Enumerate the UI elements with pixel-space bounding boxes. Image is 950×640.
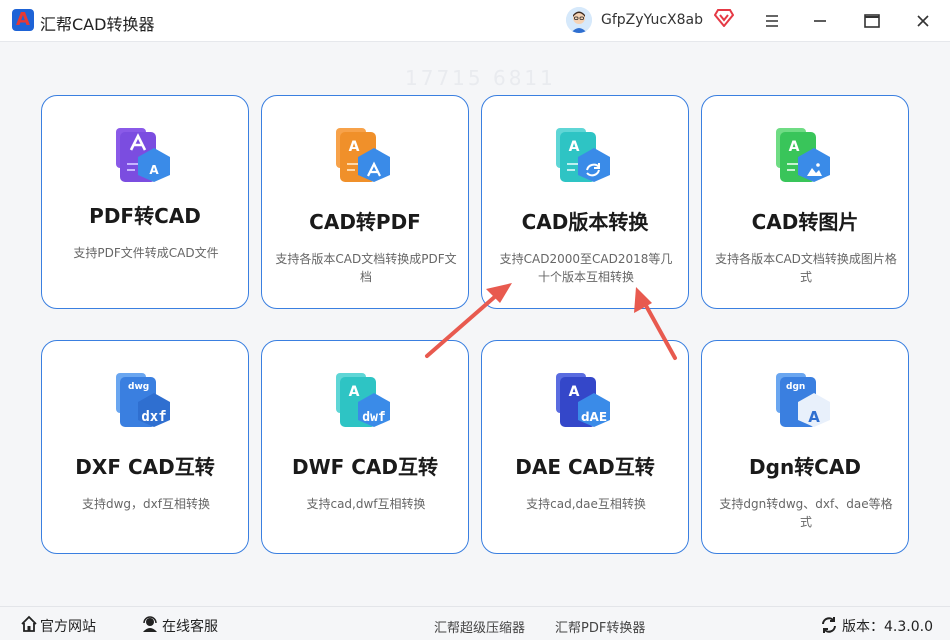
card-dxf-convert[interactable]: dwg dxf DXF CAD互转 支持dwg，dxf互相转换: [41, 340, 249, 554]
version-label: 版本：4.3.0.0: [842, 619, 933, 635]
card-pdf-to-cad[interactable]: A PDF转CAD 支持PDF文件转成CAD文件: [41, 95, 249, 309]
maximize-icon[interactable]: [859, 8, 885, 34]
cad-to-image-icon: A: [774, 124, 838, 188]
card-description: 支持cad,dwf互相转换: [306, 497, 426, 511]
title-bar: A 汇帮CAD转换器 GfpZyYucX8ab: [0, 0, 950, 42]
app-logo-icon: A: [12, 9, 34, 31]
svg-text:A: A: [569, 139, 580, 155]
svg-text:A: A: [149, 163, 159, 177]
official-website-link[interactable]: 官方网站: [40, 616, 96, 636]
username[interactable]: GfpZyYucX8ab: [601, 12, 703, 28]
close-icon[interactable]: [910, 8, 936, 34]
card-title: DXF CAD互转: [75, 455, 215, 479]
svg-text:dwg: dwg: [128, 382, 149, 392]
card-title: CAD转PDF: [309, 210, 421, 234]
card-cad-version-convert[interactable]: A CAD版本转换 支持CAD2000至CAD2018等几十个版本互相转换: [481, 95, 689, 309]
svg-text:A: A: [349, 384, 360, 400]
home-icon[interactable]: [20, 615, 38, 633]
card-description: 支持dwg，dxf互相转换: [82, 497, 210, 511]
card-description: 支持各版本CAD文档转换成PDF文档: [275, 252, 457, 284]
card-cad-to-image[interactable]: A CAD转图片 支持各版本CAD文档转换成图片格式: [701, 95, 909, 309]
minimize-icon[interactable]: [807, 8, 833, 34]
badge-label: dxf: [141, 409, 166, 425]
badge-label: dwf: [362, 410, 385, 425]
badge-label: A: [808, 408, 820, 426]
card-title: DAE CAD互转: [515, 455, 655, 479]
card-dgn-to-cad[interactable]: dgn A Dgn转CAD 支持dgn转dwg、dxf、dae等格式: [701, 340, 909, 554]
footer-bar: 官方网站 在线客服 汇帮超级压缩器 汇帮PDF转换器 版本：4.3.0.0: [0, 606, 950, 640]
card-description: 支持PDF文件转成CAD文件: [73, 246, 219, 260]
card-title: PDF转CAD: [89, 204, 201, 228]
card-description: 支持cad,dae互相转换: [526, 497, 646, 511]
cad-version-convert-icon: A: [554, 124, 618, 188]
dae-convert-icon: A dAE: [554, 369, 618, 433]
card-description: 支持各版本CAD文档转换成图片格式: [715, 252, 897, 284]
compressor-app-link[interactable]: 汇帮超级压缩器: [434, 617, 525, 636]
online-service-link[interactable]: 在线客服: [162, 616, 218, 636]
user-avatar[interactable]: [566, 7, 592, 33]
svg-text:A: A: [349, 139, 360, 155]
dgn-to-cad-icon: dgn A: [774, 369, 838, 433]
card-title: Dgn转CAD: [749, 455, 861, 479]
svg-text:dgn: dgn: [786, 382, 805, 392]
cad-to-pdf-icon: A: [334, 124, 398, 188]
vip-diamond-icon[interactable]: [713, 9, 735, 28]
pdf-converter-app-link[interactable]: 汇帮PDF转换器: [555, 617, 645, 636]
svg-text:A: A: [569, 384, 580, 400]
pdf-to-cad-icon: A: [114, 124, 178, 188]
svg-text:A: A: [789, 139, 800, 155]
card-title: CAD版本转换: [521, 210, 649, 234]
customer-service-icon[interactable]: [141, 615, 159, 633]
card-description: 支持dgn转dwg、dxf、dae等格式: [719, 497, 893, 529]
badge-label: dAE: [581, 410, 607, 424]
card-dae-convert[interactable]: A dAE DAE CAD互转 支持cad,dae互相转换: [481, 340, 689, 554]
card-dwf-convert[interactable]: A dwf DWF CAD互转 支持cad,dwf互相转换: [261, 340, 469, 554]
app-title: 汇帮CAD转换器: [40, 15, 155, 34]
card-cad-to-pdf[interactable]: A CAD转PDF 支持各版本CAD文档转换成PDF文档: [261, 95, 469, 309]
dwf-convert-icon: A dwf: [334, 369, 398, 433]
card-title: DWF CAD互转: [291, 455, 439, 479]
card-title: CAD转图片: [751, 210, 859, 234]
watermark-text: 17715 6811: [405, 66, 556, 90]
refresh-icon[interactable]: [820, 616, 838, 634]
menu-icon[interactable]: [759, 8, 785, 34]
card-description: 支持CAD2000至CAD2018等几十个版本互相转换: [499, 252, 673, 284]
dxf-convert-icon: dwg dxf: [114, 369, 178, 433]
